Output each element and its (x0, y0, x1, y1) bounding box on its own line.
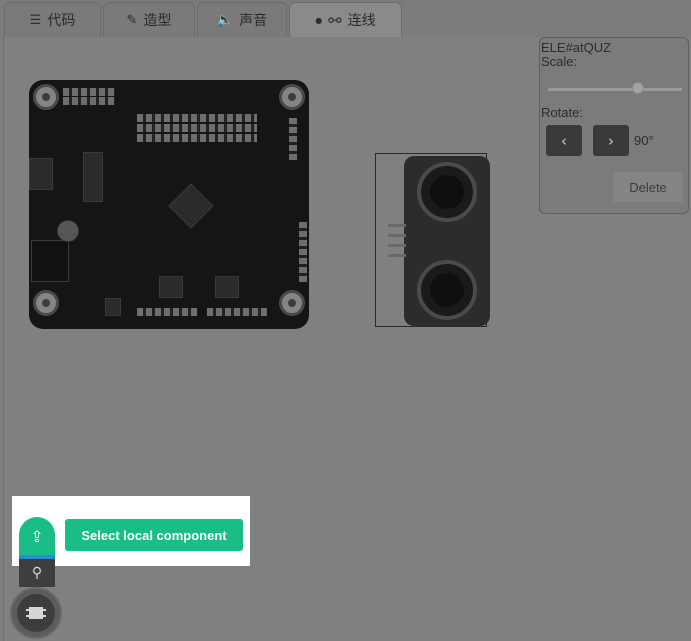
mount-hole (33, 290, 59, 316)
brush-icon: ✎ (126, 12, 138, 28)
tab-wiring[interactable]: ● ⚯ 连线 (289, 2, 402, 37)
sensor-pin (388, 224, 406, 227)
scale-slider-thumb[interactable] (632, 82, 644, 94)
tab-bar: ☰ 代码 ✎ 造型 🔈 声音 ● ⚯ 连线 (0, 0, 691, 37)
tab-code-label: 代码 (47, 12, 76, 28)
header-pins (137, 308, 197, 316)
rotate-right-button[interactable]: › (593, 125, 629, 156)
tab-costume[interactable]: ✎ 造型 (103, 2, 195, 37)
sensor-transducer (417, 162, 477, 222)
chip (105, 298, 121, 316)
rotate-value: 90° (634, 133, 654, 148)
sensor-pin (388, 244, 406, 247)
properties-panel: ELE#atQUZ Scale: Rotate: ‹ › 90° Delete (539, 37, 689, 214)
scale-slider[interactable] (548, 88, 682, 91)
chip (215, 276, 239, 298)
rotate-left-button[interactable]: ‹ (546, 125, 582, 156)
chip (83, 152, 103, 202)
power-jack (31, 240, 69, 282)
dot-icon: ● (315, 15, 323, 25)
delete-button[interactable]: Delete (613, 172, 683, 202)
header-pins (207, 308, 267, 316)
tab-wiring-label: 连线 (347, 12, 376, 28)
header-pins (137, 124, 257, 132)
search-icon[interactable]: ⚲ (19, 559, 55, 587)
header-pins (289, 118, 297, 160)
speaker-icon: 🔈 (216, 12, 234, 28)
tab-sound[interactable]: 🔈 声音 (197, 2, 287, 37)
tab-code[interactable]: ☰ 代码 (4, 2, 101, 37)
mount-hole (279, 290, 305, 316)
header-pins (63, 97, 115, 105)
tab-sound-label: 声音 (239, 12, 268, 28)
controller-board-component[interactable] (29, 80, 309, 329)
capacitor (57, 220, 79, 242)
element-id: ELE#atQUZ (541, 40, 612, 55)
header-pins (299, 222, 307, 282)
connector (29, 158, 53, 190)
component-library-button[interactable] (10, 587, 62, 639)
chip-icon-svg (26, 607, 46, 619)
select-local-component-tooltip: Select local component (65, 519, 243, 551)
mount-hole (33, 84, 59, 110)
ultrasonic-sensor-component[interactable] (404, 156, 490, 326)
header-pins (137, 134, 257, 142)
chip (159, 276, 183, 298)
sensor-transducer (417, 260, 477, 320)
sensor-pin (388, 254, 406, 257)
chip-icon (17, 594, 55, 632)
tab-costume-label: 造型 (143, 12, 172, 28)
mcu-chip (168, 183, 214, 229)
header-pins (63, 88, 115, 96)
sensor-pin (388, 234, 406, 237)
wire-icon: ⚯ (328, 10, 342, 30)
rotate-label: Rotate: (541, 105, 583, 120)
mount-hole (279, 84, 305, 110)
scale-label: Scale: (541, 54, 578, 69)
code-icon: ☰ (29, 12, 42, 28)
header-pins (137, 114, 257, 122)
upload-icon[interactable]: ⇪ (19, 517, 55, 555)
